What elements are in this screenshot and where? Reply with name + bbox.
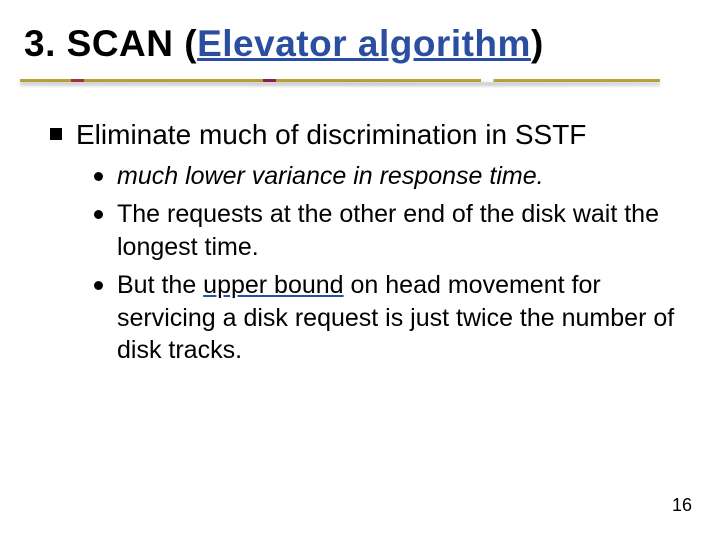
sub-bullet-1-text: much lower variance in response time. [117, 160, 544, 193]
sub-bullet-3-pre: But the [117, 271, 203, 299]
title-block: 3. SCAN (Elevator algorithm) [0, 0, 720, 87]
dot-bullet-icon [94, 281, 103, 290]
sub-bullet-2-text: The requests at the other end of the dis… [117, 198, 690, 263]
page-number: 16 [672, 495, 692, 516]
dot-bullet-icon [94, 210, 103, 219]
content: Eliminate much of discrimination in SSTF… [0, 117, 720, 367]
bullet-l1-text: Eliminate much of discrimination in SSTF [76, 117, 586, 152]
title-link[interactable]: Elevator algorithm [197, 23, 531, 64]
dot-bullet-icon [94, 172, 103, 181]
sub-bullet-list: much lower variance in response time. Th… [94, 160, 690, 367]
title-suffix: ) [531, 23, 544, 64]
title-prefix: 3. SCAN ( [24, 23, 197, 64]
sub-bullet-2: The requests at the other end of the dis… [94, 198, 690, 263]
sub-bullet-3-underline: upper bound [203, 271, 343, 299]
divider [20, 77, 660, 87]
slide-title: 3. SCAN (Elevator algorithm) [24, 24, 696, 65]
sub-bullet-1: much lower variance in response time. [94, 160, 690, 193]
square-bullet-icon [50, 128, 62, 140]
bullet-l1: Eliminate much of discrimination in SSTF [50, 117, 690, 152]
sub-bullet-3-text: But the upper bound on head movement for… [117, 269, 690, 367]
sub-bullet-3: But the upper bound on head movement for… [94, 269, 690, 367]
slide: 3. SCAN (Elevator algorithm) Eliminate m… [0, 0, 720, 540]
